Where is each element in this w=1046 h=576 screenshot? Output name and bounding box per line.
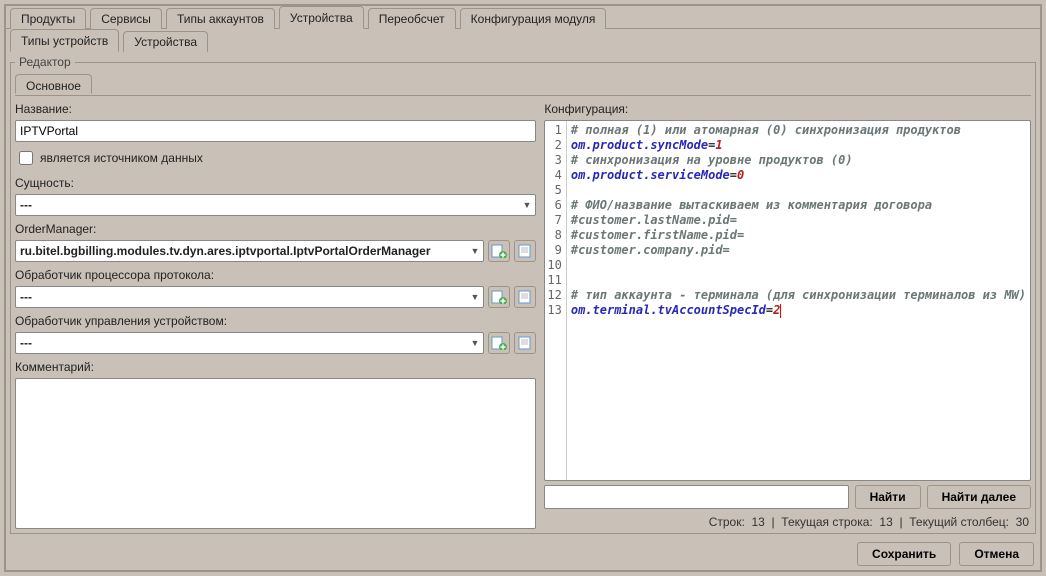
search-input[interactable] <box>544 485 848 509</box>
chevron-down-icon: ▼ <box>470 246 479 256</box>
open-class-button[interactable] <box>514 332 536 354</box>
editor-fieldset-label: Редактор <box>15 55 75 69</box>
page-icon <box>517 336 533 350</box>
secondary-tabs: Типы устройств Устройства <box>6 30 1040 52</box>
tab-products[interactable]: Продукты <box>10 8 86 29</box>
tab-devices[interactable]: Устройства <box>279 6 364 29</box>
entity-label: Сущность: <box>15 176 536 190</box>
add-class-button[interactable] <box>488 240 510 262</box>
chevron-down-icon: ▼ <box>470 292 479 302</box>
find-next-button[interactable]: Найти далее <box>927 485 1031 509</box>
open-class-button[interactable] <box>514 286 536 308</box>
tab-device-types[interactable]: Типы устройств <box>10 29 119 52</box>
device-mgmt-dropdown[interactable]: --- ▼ <box>15 332 484 354</box>
tab-devices-list[interactable]: Устройства <box>123 31 208 52</box>
is-data-source-label: является источником данных <box>40 151 203 165</box>
order-manager-label: OrderManager: <box>15 222 536 236</box>
proto-handler-dropdown[interactable]: --- ▼ <box>15 286 484 308</box>
open-class-button[interactable] <box>514 240 536 262</box>
add-class-button[interactable] <box>488 286 510 308</box>
comment-label: Комментарий: <box>15 360 536 374</box>
page-icon <box>517 290 533 304</box>
top-tabs: Продукты Сервисы Типы аккаунтов Устройст… <box>6 7 1040 29</box>
device-mgmt-label: Обработчик управления устройством: <box>15 314 536 328</box>
page-plus-icon <box>491 336 507 350</box>
name-input[interactable] <box>15 120 536 142</box>
order-manager-dropdown[interactable]: ru.bitel.bgbilling.modules.tv.dyn.ares.i… <box>15 240 484 262</box>
page-plus-icon <box>491 244 507 258</box>
tab-services[interactable]: Сервисы <box>90 8 162 29</box>
entity-dropdown[interactable]: --- ▼ <box>15 194 536 216</box>
save-button[interactable]: Сохранить <box>857 542 951 566</box>
config-editor[interactable]: 1 2 3 4 5 6 7 8 9 10 11 12 13 # полная (… <box>544 120 1031 481</box>
comment-textarea[interactable] <box>15 378 536 529</box>
chevron-down-icon: ▼ <box>522 200 531 210</box>
name-label: Название: <box>15 102 536 116</box>
add-class-button[interactable] <box>488 332 510 354</box>
find-button[interactable]: Найти <box>855 485 921 509</box>
config-label: Конфигурация: <box>544 102 1031 116</box>
proto-handler-label: Обработчик процессора протокола: <box>15 268 536 282</box>
page-plus-icon <box>491 290 507 304</box>
is-data-source-checkbox[interactable] <box>19 151 33 165</box>
tab-account-types[interactable]: Типы аккаунтов <box>166 8 275 29</box>
tab-recalc[interactable]: Переобсчет <box>368 8 456 29</box>
tab-main[interactable]: Основное <box>15 74 92 94</box>
status-bar: Строк: 13 | Текущая строка: 13 | Текущий… <box>544 513 1031 529</box>
tab-module-config[interactable]: Конфигурация модуля <box>460 8 607 29</box>
cancel-button[interactable]: Отмена <box>959 542 1034 566</box>
page-icon <box>517 244 533 258</box>
chevron-down-icon: ▼ <box>470 338 479 348</box>
